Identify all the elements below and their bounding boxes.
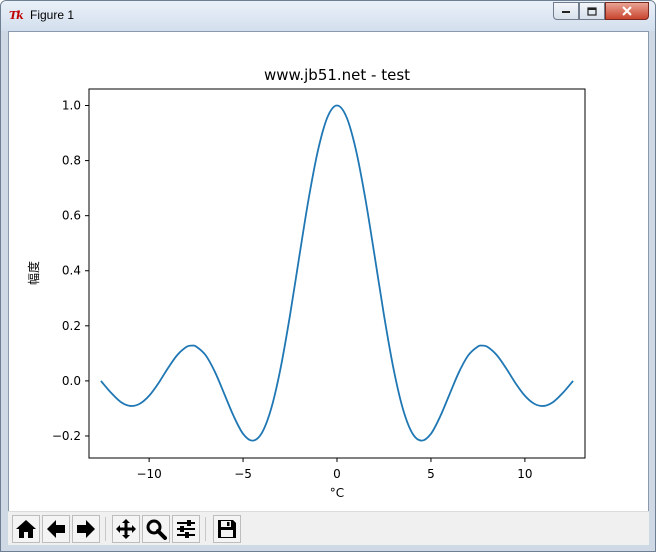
x-axis-label: °C [330,486,344,500]
axes-frame [88,88,586,459]
figure-window: Tk Figure 1 www.jb51.net - test °C 幅度 −1… [0,0,656,552]
forward-button[interactable] [72,515,100,543]
arrow-right-icon [77,520,95,538]
home-icon [16,520,36,538]
y-axis-label: 幅度 [26,261,41,285]
floppy-disk-icon [218,520,236,538]
x-tick-label: 0 [333,467,341,481]
sliders-icon [177,520,195,538]
y-tick-label: 0.8 [62,154,81,168]
arrow-left-icon [47,520,65,538]
axes: www.jb51.net - test °C 幅度 −10 −5 0 5 10 −0.2… [26,66,586,500]
x-tick-label: 5 [427,467,435,481]
configure-subplots-button[interactable] [172,515,200,543]
y-tick-label: 0.0 [62,374,81,388]
toolbar-separator [105,517,106,541]
toolbar-separator [205,517,206,541]
home-button[interactable] [12,515,40,543]
x-tick-label: 10 [517,467,532,481]
move-icon [116,519,136,539]
y-tick-label: 1.0 [62,99,81,113]
figure-canvas[interactable]: www.jb51.net - test °C 幅度 −10 −5 0 5 10 −0.2… [1,1,656,552]
back-button[interactable] [42,515,70,543]
y-tick-label: −0.2 [52,429,81,443]
x-tick-label: −10 [136,467,161,481]
save-button[interactable] [213,515,241,543]
y-tick-label: 0.4 [62,264,81,278]
pan-button[interactable] [112,515,140,543]
navigation-toolbar [8,511,649,545]
zoom-button[interactable] [142,515,170,543]
magnifier-icon [146,519,167,540]
x-tick-label: −5 [234,467,252,481]
y-axis-ticks: −0.2 0.0 0.2 0.4 0.6 0.8 1.0 [52,99,89,443]
y-tick-label: 0.2 [62,319,81,333]
y-tick-label: 0.6 [62,209,81,223]
x-axis-ticks: −10 −5 0 5 10 [136,458,533,481]
chart-title: www.jb51.net - test [264,66,410,84]
